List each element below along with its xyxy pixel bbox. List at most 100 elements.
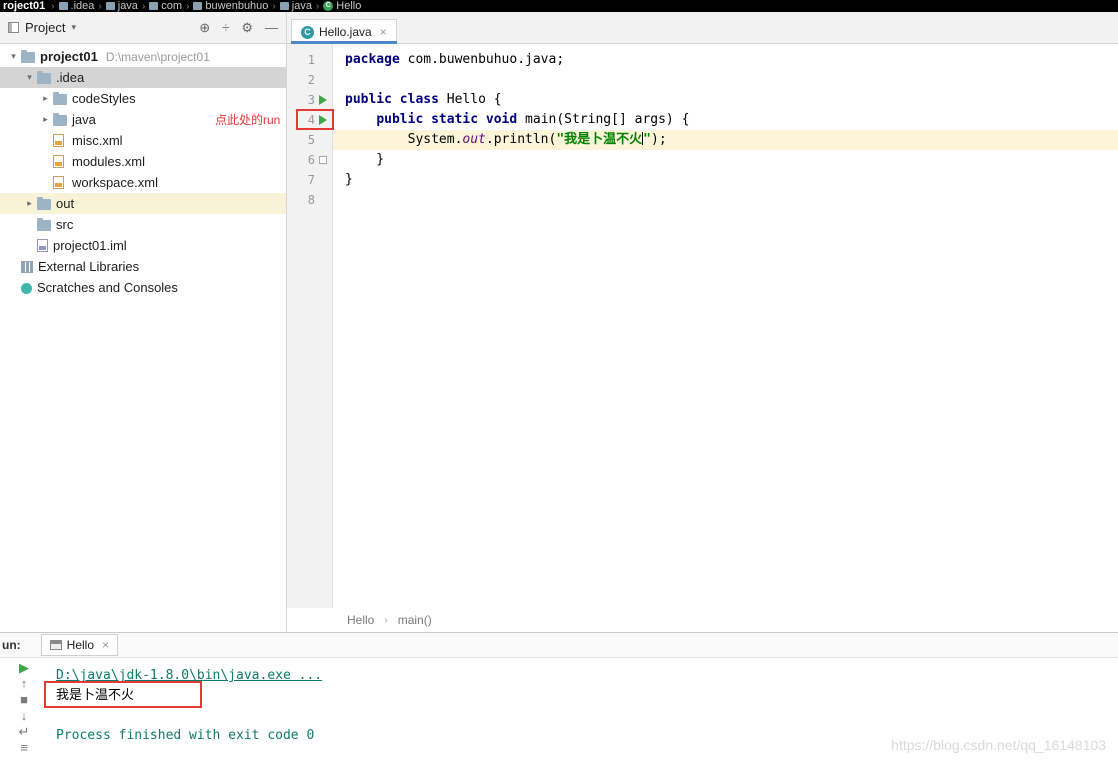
tree-item-label: workspace.xml: [72, 175, 158, 190]
breadcrumb-separator: ›: [186, 1, 189, 12]
tree-item-misc-xml[interactable]: misc.xml: [0, 130, 286, 151]
chevron-down-icon[interactable]: ▾: [22, 72, 37, 83]
run-toolbar: ▶↑■↓↵≡: [0, 658, 48, 760]
tree-item-workspace-xml[interactable]: workspace.xml: [0, 172, 286, 193]
tree-item-modules-xml[interactable]: modules.xml: [0, 151, 286, 172]
close-icon[interactable]: ×: [380, 25, 387, 39]
code-line[interactable]: public class Hello {: [333, 90, 1118, 110]
code-token: ": [643, 132, 651, 147]
fold-marker-icon: [319, 156, 327, 164]
code-line[interactable]: [333, 190, 1118, 210]
settings-gear-icon[interactable]: ⚙: [241, 20, 253, 36]
code-line[interactable]: package com.buwenbuhuo.java;: [333, 50, 1118, 70]
run-tab-hello[interactable]: Hello ×: [41, 634, 118, 656]
editor-tab-bar: C Hello.java ×: [287, 12, 1118, 43]
nav-crumb-com[interactable]: com: [149, 0, 182, 12]
rerun-icon[interactable]: ▶: [19, 660, 29, 676]
code-token: System.: [345, 132, 462, 147]
run-tab-bar: un: Hello ×: [0, 633, 1118, 658]
chevron-right-icon[interactable]: ▸: [22, 198, 37, 209]
nav-crumb-label: com: [161, 0, 182, 12]
code-line[interactable]: [333, 70, 1118, 90]
breadcrumb-item-main[interactable]: main(): [398, 613, 432, 627]
collapse-all-icon[interactable]: ÷: [222, 20, 229, 36]
project-view-title[interactable]: Project: [25, 20, 65, 35]
stop-icon[interactable]: ■: [20, 692, 28, 708]
run-triangle-icon: [319, 95, 327, 105]
chevron-right-icon[interactable]: ▸: [38, 93, 53, 104]
folder-icon: [59, 2, 68, 10]
code-token: Hello {: [439, 92, 502, 107]
xml-icon: [53, 155, 64, 168]
nav-crumb-hello[interactable]: CHello: [323, 0, 361, 12]
iml-icon: [37, 239, 48, 252]
breadcrumb-separator: ›: [98, 1, 101, 12]
tree-item-project01-iml[interactable]: project01.iml: [0, 235, 286, 256]
nav-crumb-label: Hello: [336, 0, 361, 12]
down-arrow-icon[interactable]: ↓: [21, 708, 28, 724]
tree-item-idea[interactable]: ▾ .idea: [0, 67, 286, 88]
chevron-down-icon[interactable]: ▾: [71, 22, 76, 33]
tree-item-label: .idea: [56, 70, 84, 85]
folder-icon: [53, 115, 67, 126]
code-token: com.buwenbuhuo.java;: [400, 52, 564, 67]
gutter-slot: [315, 53, 330, 68]
line-number: 5: [297, 133, 315, 147]
breadcrumb-item-hello[interactable]: Hello: [347, 613, 374, 627]
code-line[interactable]: }: [333, 170, 1118, 190]
project-view-icon: [8, 22, 19, 33]
project-panel-actions: ⊕ ÷ ⚙ —: [199, 20, 278, 36]
gutter-slot: [315, 133, 330, 148]
tree-item-src[interactable]: src: [0, 214, 286, 235]
line-number: 7: [297, 173, 315, 187]
nav-crumb-idea[interactable]: .idea: [59, 0, 95, 12]
annotation-run-hint: 点此处的run: [215, 111, 280, 128]
up-arrow-icon[interactable]: ↑: [21, 676, 28, 692]
code-line[interactable]: public static void main(String[] args) {: [333, 110, 1118, 130]
gutter-row: 6: [287, 150, 332, 170]
locate-icon[interactable]: ⊕: [199, 20, 210, 36]
main-area: ▾project01D:\maven\project01▾.idea▸codeS…: [0, 44, 1118, 632]
softwrap-icon[interactable]: ↵: [19, 724, 30, 740]
run-button[interactable]: [315, 93, 330, 108]
tree-item-external-libraries[interactable]: External Libraries: [0, 256, 286, 277]
tree-item-scratches-and-consoles[interactable]: Scratches and Consoles: [0, 277, 286, 298]
code-token: package: [345, 52, 400, 67]
project-folder-icon: [21, 52, 35, 63]
settings-icon[interactable]: ≡: [20, 740, 28, 756]
tree-item-label: project01.iml: [53, 238, 127, 253]
code-token: [345, 112, 376, 127]
tree-item-label: Scratches and Consoles: [37, 280, 178, 295]
code-line[interactable]: System.out.println("我是卜温不火");: [333, 130, 1118, 150]
tree-item-codestyles[interactable]: ▸codeStyles: [0, 88, 286, 109]
breadcrumb-separator: ›: [142, 1, 145, 12]
run-window-label: un:: [2, 638, 21, 652]
tree-item-label: misc.xml: [72, 133, 123, 148]
chevron-right-icon[interactable]: ▸: [38, 114, 53, 125]
nav-crumb-java[interactable]: java: [280, 0, 312, 12]
gutter-row: 1: [287, 50, 332, 70]
gutter-slot: [315, 73, 330, 88]
nav-project-name[interactable]: roject01: [3, 0, 45, 12]
chevron-down-icon[interactable]: ▾: [6, 51, 21, 62]
code-token: [423, 112, 431, 127]
tree-item-label: src: [56, 217, 73, 232]
tree-item-project01[interactable]: ▾project01D:\maven\project01: [0, 46, 286, 67]
nav-crumb-buwenbuhuo[interactable]: buwenbuhuo: [193, 0, 268, 12]
project-panel-header: Project ▾ ⊕ ÷ ⚙ —: [0, 12, 287, 43]
tree-item-label: java: [72, 112, 96, 127]
nav-crumb-java[interactable]: java: [106, 0, 138, 12]
hide-panel-icon[interactable]: —: [265, 20, 278, 36]
close-icon[interactable]: ×: [102, 638, 109, 652]
editor-code[interactable]: package com.buwenbuhuo.java; public class…: [333, 44, 1118, 608]
library-icon: [21, 261, 33, 273]
toolbar-row: Project ▾ ⊕ ÷ ⚙ — C Hello.java ×: [0, 12, 1118, 44]
xml-icon: [53, 176, 64, 189]
console-line: D:\java\jdk-1.8.0\bin\java.exe ...: [56, 666, 1118, 686]
tree-item-out[interactable]: ▸out: [0, 193, 286, 214]
annotation-box-console-output: [44, 681, 202, 708]
code-line[interactable]: }: [333, 150, 1118, 170]
line-number: 3: [297, 93, 315, 107]
tab-hello-java[interactable]: C Hello.java ×: [291, 19, 397, 43]
folder-icon: [280, 2, 289, 10]
